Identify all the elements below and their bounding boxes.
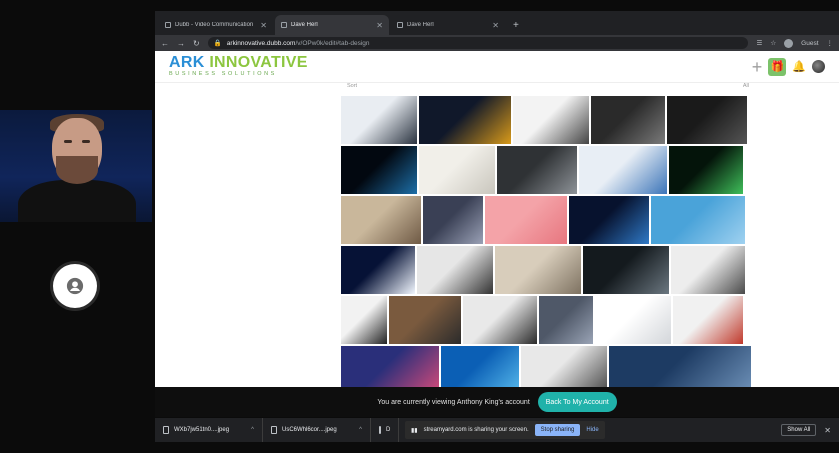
gallery-image[interactable] — [485, 196, 567, 244]
gallery-image[interactable] — [341, 346, 439, 387]
close-tab-icon[interactable]: ✕ — [260, 21, 267, 30]
gallery-image[interactable] — [595, 296, 671, 344]
download-item[interactable]: WXb7jw51tn0....jpeg ^ — [155, 418, 263, 442]
screen-share-notice: ▮▮ streamyard.com is sharing your screen… — [405, 421, 605, 439]
gallery-image[interactable] — [669, 146, 743, 194]
gallery-image[interactable] — [341, 296, 387, 344]
share-indicator-icon: ▮▮ — [411, 427, 418, 434]
download-item[interactable]: UsC6Whl6cor....jpeg ^ — [263, 418, 371, 442]
gallery-image[interactable] — [419, 146, 495, 194]
gallery-image[interactable] — [441, 346, 519, 387]
back-arrow-icon[interactable]: ← — [161, 39, 169, 48]
show-all-button[interactable]: Show All — [781, 424, 817, 436]
gallery-image[interactable] — [591, 96, 665, 144]
gallery-image[interactable] — [463, 296, 537, 344]
gallery-image[interactable] — [389, 296, 461, 344]
gallery-image[interactable] — [341, 196, 421, 244]
person-icon — [66, 277, 84, 295]
gallery-image[interactable] — [651, 196, 745, 244]
profile-icon[interactable] — [784, 38, 794, 48]
gallery-image[interactable] — [609, 346, 751, 387]
url-path: /v/OPw0k/edit#tab-design — [295, 39, 370, 47]
filter-dropdown[interactable]: All — [743, 83, 749, 95]
browser-tab-2[interactable]: Dave Herl ✕ — [275, 15, 389, 35]
gallery-image[interactable] — [579, 146, 667, 194]
webcam-video-tile — [0, 110, 152, 222]
gallery-image[interactable] — [673, 296, 743, 344]
page-icon — [165, 22, 171, 28]
site-logo[interactable]: ARK INNOVATIVE BUSINESS SOLUTIONS — [169, 55, 308, 78]
gallery-image[interactable] — [495, 246, 581, 294]
bell-icon[interactable]: 🔔 — [792, 60, 806, 73]
gallery-image[interactable] — [513, 96, 589, 144]
downloads-bar: WXb7jw51tn0....jpeg ^ UsC6Whl6cor....jpe… — [155, 418, 839, 442]
page-icon — [281, 22, 287, 28]
impersonation-banner: You are currently viewing Anthony King's… — [155, 387, 839, 417]
browser-tab-1[interactable]: Dubb - Video Communication ✕ — [159, 15, 273, 35]
impersonation-message: You are currently viewing Anthony King's… — [377, 398, 530, 406]
url-host: arkinnovative.dubb.com — [226, 39, 296, 47]
chevron-up-icon[interactable]: ^ — [359, 427, 362, 433]
site-header: ARK INNOVATIVE BUSINESS SOLUTIONS + 🎁 🔔 — [155, 51, 839, 83]
hide-button[interactable]: Hide — [586, 427, 598, 433]
gallery-filter-row: Sort All — [341, 83, 755, 95]
participant-avatar-tile — [0, 230, 152, 342]
file-icon — [163, 426, 169, 434]
gallery-image[interactable] — [417, 246, 493, 294]
star-icon[interactable]: ☆ — [770, 39, 776, 47]
back-to-my-account-button[interactable]: Back To My Account — [537, 392, 617, 412]
sort-label[interactable]: Sort — [347, 83, 357, 95]
tab-strip: Dubb - Video Communication ✕ Dave Herl ✕… — [155, 11, 839, 35]
close-tab-icon[interactable]: ✕ — [492, 21, 499, 30]
gallery-image[interactable] — [521, 346, 607, 387]
gallery-image[interactable] — [539, 296, 593, 344]
share-message: streamyard.com is sharing your screen. — [423, 427, 529, 433]
file-icon — [379, 426, 381, 434]
new-tab-button[interactable]: + — [507, 20, 525, 35]
download-item[interactable]: D — [371, 418, 399, 442]
gift-icon[interactable]: 🎁 — [768, 57, 787, 76]
gallery-image[interactable] — [419, 96, 511, 144]
gallery-image[interactable] — [671, 246, 745, 294]
user-avatar[interactable] — [812, 60, 825, 73]
file-icon — [271, 426, 277, 434]
gallery-image[interactable] — [569, 196, 649, 244]
address-bar-row: ← → ↻ 🔒 arkinnovative.dubb.com/v/OPw0k/e… — [155, 35, 839, 51]
close-tab-icon[interactable]: ✕ — [376, 21, 383, 30]
avatar[interactable] — [50, 261, 100, 311]
gallery-image[interactable] — [341, 96, 417, 144]
reload-icon[interactable]: ↻ — [193, 39, 200, 48]
profile-label[interactable]: Guest — [801, 40, 818, 47]
browser-window: Dubb - Video Communication ✕ Dave Herl ✕… — [155, 11, 839, 387]
url-field[interactable]: 🔒 arkinnovative.dubb.com/v/OPw0k/edit#ta… — [207, 37, 748, 49]
menu-kebab-icon[interactable]: ⋮ — [827, 39, 834, 47]
forward-arrow-icon[interactable]: → — [177, 39, 185, 48]
chevron-up-icon[interactable]: ^ — [251, 427, 254, 433]
stop-sharing-button[interactable]: Stop sharing — [534, 424, 581, 436]
gallery-image[interactable] — [583, 246, 669, 294]
close-icon[interactable]: ✕ — [824, 426, 831, 435]
browser-tab-3[interactable]: Dave Herl ✕ — [391, 15, 505, 35]
page-icon — [397, 22, 403, 28]
gallery-image[interactable] — [341, 246, 415, 294]
web-page: ARK INNOVATIVE BUSINESS SOLUTIONS + 🎁 🔔 … — [155, 51, 839, 387]
image-gallery-grid — [341, 96, 757, 387]
reading-list-icon[interactable]: ☰ — [757, 39, 763, 47]
screen: Dubb - Video Communication ✕ Dave Herl ✕… — [0, 0, 839, 453]
gallery-image[interactable] — [667, 96, 747, 144]
add-icon[interactable]: + — [752, 58, 763, 76]
gallery-image[interactable] — [423, 196, 483, 244]
gallery-image[interactable] — [497, 146, 577, 194]
gallery-image[interactable] — [341, 146, 417, 194]
lock-icon: 🔒 — [213, 40, 222, 47]
